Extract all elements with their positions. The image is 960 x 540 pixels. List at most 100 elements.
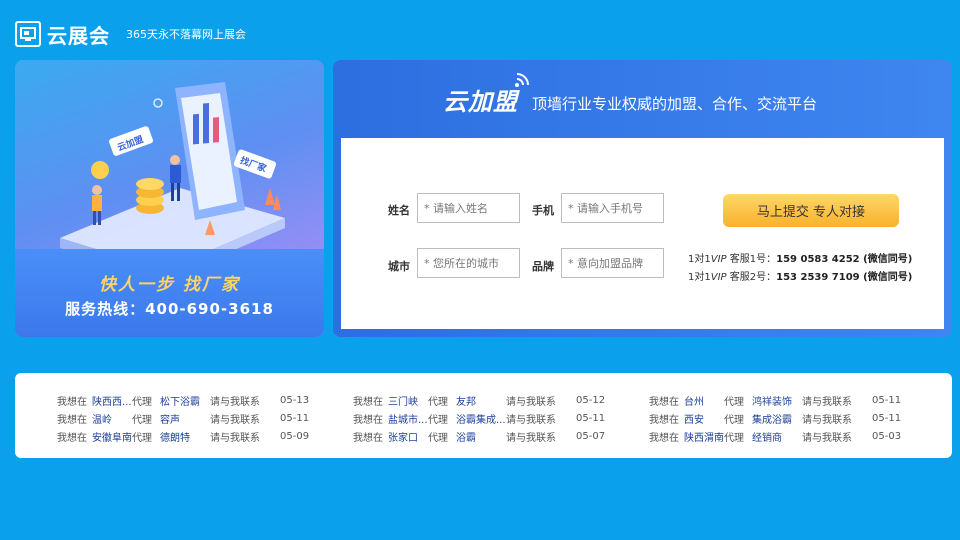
franchise-form: 姓名 手机 城市 品牌 马上提交 专人对接 1对1VIP 客服1号：159 05… <box>341 138 944 329</box>
item-agent: 代理 <box>724 396 744 408</box>
list-item[interactable]: 我想在 温岭 代理 容声 请与我联系 05-11 <box>57 409 310 427</box>
item-contact: 请与我联系 <box>802 396 852 408</box>
item-contact: 请与我联系 <box>506 396 556 408</box>
vip-service-1: 1对1VIP 客服1号：159 0583 4252 (微信同号) <box>688 250 912 265</box>
display-icon <box>20 27 36 41</box>
item-contact: 请与我联系 <box>506 432 556 444</box>
list-item[interactable]: 我想在 三门峡 代理 友邦 请与我联系 05-12 <box>353 391 606 409</box>
list-item[interactable]: 我想在 陕西渭南 代理 经销商 请与我联系 05-03 <box>649 427 902 445</box>
item-prefix: 我想在 <box>649 396 679 408</box>
item-prefix: 我想在 <box>353 396 383 408</box>
item-contact: 请与我联系 <box>210 396 260 408</box>
item-contact: 请与我联系 <box>506 414 556 426</box>
item-brand: 集成浴霸 <box>752 414 792 426</box>
item-brand: 鸿祥装饰 <box>752 396 792 408</box>
vip-note: (微信同号) <box>859 254 913 265</box>
city-input[interactable] <box>417 248 520 278</box>
phone-label: 手机 <box>532 204 554 217</box>
phone-illustration: 云加盟 找厂家 <box>60 82 285 260</box>
item-city: 陕西渭南 <box>684 432 724 444</box>
item-date: 05-09 <box>280 430 310 442</box>
item-city: 三门峡 <box>388 396 418 408</box>
item-city: 台州 <box>684 396 704 408</box>
item-prefix: 我想在 <box>57 414 87 426</box>
item-date: 05-13 <box>280 394 310 406</box>
site-tagline: 365天永不落幕网上展会 <box>126 28 246 41</box>
item-date: 05-11 <box>872 394 902 406</box>
item-city: 西安 <box>684 414 704 426</box>
item-date: 05-12 <box>576 394 606 406</box>
list-item[interactable]: 我想在 张家口 代理 浴霸 请与我联系 05-07 <box>353 427 606 445</box>
vip-service-label: 客服1号： <box>729 254 777 265</box>
item-contact: 请与我联系 <box>802 414 852 426</box>
item-agent: 代理 <box>428 396 448 408</box>
service-hotline: 服务热线：400-690-3618 <box>65 300 274 318</box>
brand-logo: 云加盟 <box>443 73 529 117</box>
item-brand: 浴霸集成... <box>456 414 506 426</box>
list-item[interactable]: 我想在 台州 代理 鸿祥装饰 请与我联系 05-11 <box>649 391 902 409</box>
submit-button[interactable]: 马上提交 专人对接 <box>723 194 899 227</box>
phone-input[interactable] <box>561 193 664 223</box>
item-contact: 请与我联系 <box>802 432 852 444</box>
list-item[interactable]: 我想在 盐城市... 代理 浴霸集成... 请与我联系 05-11 <box>353 409 606 427</box>
list-item[interactable]: 我想在 安徽阜南 代理 德朗特 请与我联系 05-09 <box>57 427 310 445</box>
item-brand: 浴霸 <box>456 432 476 444</box>
item-agent: 代理 <box>428 432 448 444</box>
item-brand: 友邦 <box>456 396 476 408</box>
item-agent: 代理 <box>132 414 152 426</box>
franchise-request-list: 我想在 陕西西... 代理 松下浴霸 请与我联系 05-13 我想在 温岭 代理… <box>15 373 952 458</box>
item-city: 安徽阜南 <box>92 432 132 444</box>
brand-label: 品牌 <box>532 260 554 273</box>
list-item[interactable]: 我想在 西安 代理 集成浴霸 请与我联系 05-11 <box>649 409 902 427</box>
item-agent: 代理 <box>428 414 448 426</box>
vip-mark: VIP <box>710 254 727 265</box>
item-date: 05-03 <box>872 430 902 442</box>
item-date: 05-07 <box>576 430 606 442</box>
brand-input[interactable] <box>561 248 664 278</box>
item-brand: 经销商 <box>752 432 782 444</box>
item-city: 张家口 <box>388 432 418 444</box>
item-agent: 代理 <box>724 432 744 444</box>
vip-prefix: 1对1 <box>688 254 711 265</box>
name-input[interactable] <box>417 193 520 223</box>
vip-note: (微信同号) <box>859 272 913 283</box>
list-item[interactable]: 我想在 陕西西... 代理 松下浴霸 请与我联系 05-13 <box>57 391 310 409</box>
logo-text[interactable]: 云展会 <box>47 20 110 49</box>
item-date: 05-11 <box>576 412 606 424</box>
item-contact: 请与我联系 <box>210 432 260 444</box>
item-city: 温岭 <box>92 414 112 426</box>
vip-mark: VIP <box>710 272 727 283</box>
signal-icon <box>515 73 529 87</box>
item-contact: 请与我联系 <box>210 414 260 426</box>
list-column-1: 我想在 陕西西... 代理 松下浴霸 请与我联系 05-13 我想在 温岭 代理… <box>57 391 310 445</box>
brand-logo-text: 云加盟 <box>443 88 518 116</box>
item-brand: 德朗特 <box>160 432 190 444</box>
vip-phone-2[interactable]: 153 2539 7109 <box>776 272 860 283</box>
item-agent: 代理 <box>132 432 152 444</box>
panel-header: 云加盟 顶墙行业专业权威的加盟、合作、交流平台 <box>443 73 818 117</box>
site-header: 云展会 365天永不落幕网上展会 <box>15 20 246 48</box>
vip-prefix: 1对1 <box>688 272 711 283</box>
item-agent: 代理 <box>724 414 744 426</box>
panel-subtitle: 顶墙行业专业权威的加盟、合作、交流平台 <box>532 95 818 113</box>
item-prefix: 我想在 <box>353 414 383 426</box>
promo-banner[interactable]: 云加盟 找厂家 快人一步 找厂家 服务热线：400-690-3618 <box>15 60 324 337</box>
vip-phone-1[interactable]: 159 0583 4252 <box>776 254 860 265</box>
vip-service-label: 客服2号： <box>729 272 777 283</box>
item-prefix: 我想在 <box>649 432 679 444</box>
item-city: 盐城市... <box>388 414 428 426</box>
list-column-3: 我想在 台州 代理 鸿祥装饰 请与我联系 05-11 我想在 西安 代理 集成浴… <box>649 391 902 445</box>
item-agent: 代理 <box>132 396 152 408</box>
logo-icon[interactable] <box>15 21 41 47</box>
name-label: 姓名 <box>388 204 410 217</box>
item-brand: 容声 <box>160 414 180 426</box>
list-column-2: 我想在 三门峡 代理 友邦 请与我联系 05-12 我想在 盐城市... 代理 … <box>353 391 606 445</box>
item-brand: 松下浴霸 <box>160 396 200 408</box>
item-date: 05-11 <box>872 412 902 424</box>
city-label: 城市 <box>388 260 410 273</box>
item-date: 05-11 <box>280 412 310 424</box>
banner-slogan: 快人一步 找厂家 <box>99 275 240 295</box>
franchise-panel: 云加盟 顶墙行业专业权威的加盟、合作、交流平台 姓名 手机 城市 品牌 马上提交… <box>333 60 952 337</box>
item-prefix: 我想在 <box>649 414 679 426</box>
vip-service-2: 1对1VIP 客服2号：153 2539 7109 (微信同号) <box>688 268 912 283</box>
